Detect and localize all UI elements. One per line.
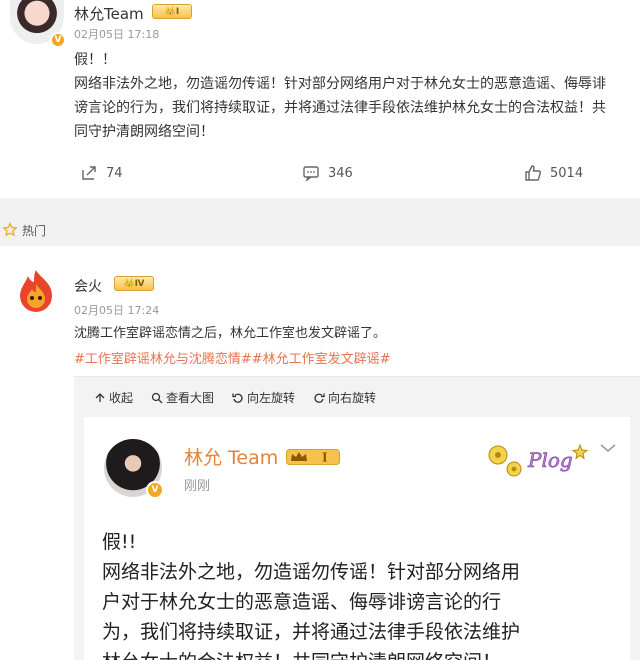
hot-section-label: 热门 (0, 216, 46, 244)
comment-button[interactable]: 346 (302, 164, 353, 182)
weibo-post-huihuo: 会火 👑 Ⅳ 02月05日 17:24 沈腾工作室辟谣恋情之后，林允工作室也发文辟… (0, 246, 640, 660)
author-name[interactable]: 林允Team (74, 3, 144, 24)
verified-badge-icon: V (50, 32, 66, 48)
svg-text:Plog: Plog (527, 448, 573, 472)
post-line: 网络非法外之地，勿造谣勿传谣！针对部分网络用户对于林允女士的恶意造谣、侮辱诽 (74, 76, 606, 92)
view-large-button[interactable]: 查看大图 (151, 389, 214, 406)
comment-icon (303, 166, 319, 182)
rotate-right-button[interactable]: 向右旋转 (313, 389, 376, 406)
rotate-right-icon (314, 393, 325, 403)
post-text: 假!! 网络非法外之地，勿造谣勿传谣！针对部分网络用 户对于林允女士的恶意造谣、… (102, 527, 612, 660)
hashtags-link[interactable]: #工作室辟谣林允与沈腾恋情##林允工作室发文辟谣# (74, 348, 391, 367)
like-button[interactable]: 5014 (524, 164, 583, 182)
arrow-up-icon (95, 392, 105, 402)
thumbs-up-icon (525, 165, 541, 181)
vip-level: Ⅰ (175, 6, 180, 17)
embedded-screenshot[interactable]: V 林允 Team Ⅰ 刚刚 Plog 假!! 网络非法外之地，勿造谣勿传谣！针… (84, 417, 630, 660)
post-line: 网络非法外之地，勿造谣勿传谣！针对部分网络用 (102, 561, 521, 583)
share-button[interactable]: 74 (80, 164, 123, 182)
post-text: 沈腾工作室辟谣恋情之后，林允工作室也发文辟谣了。 (74, 326, 387, 341)
rotate-left-button[interactable]: 向左旋转 (232, 389, 295, 406)
share-count: 74 (106, 165, 123, 181)
fire-avatar-icon[interactable] (16, 268, 56, 314)
post-line: 同守护清朗网络空间！ (74, 124, 214, 140)
post-time[interactable]: 02月05日 17:24 (74, 302, 159, 318)
post-line: 假!! (102, 531, 137, 553)
verified-badge-icon: V (146, 481, 164, 499)
comment-count: 346 (328, 165, 353, 181)
rotate-right-label: 向右旋转 (328, 391, 377, 405)
image-viewer: 收起 查看大图 向左旋转 向右旋转 V 林允 Team Ⅰ 刚刚 Plog 假!… (74, 376, 640, 660)
post-time: 刚刚 (184, 479, 211, 494)
collapse-label: 收起 (109, 391, 134, 405)
vip-badge-icon: Ⅰ (286, 449, 340, 465)
plog-sticker-icon: Plog (488, 443, 589, 477)
svg-text:Ⅰ: Ⅰ (322, 451, 328, 465)
post-time[interactable]: 02月05日 17:18 (74, 26, 159, 42)
vip-badge-icon: 👑 Ⅳ (114, 276, 154, 291)
chevron-down-icon[interactable] (600, 443, 616, 453)
image-toolbar: 收起 查看大图 向左旋转 向右旋转 (94, 389, 376, 406)
vip-level: Ⅳ (134, 278, 145, 289)
collapse-button[interactable]: 收起 (94, 389, 133, 406)
share-icon (82, 166, 96, 180)
post-line: 林允女士的合法权益！共同守护清朗网络空间！ (102, 647, 612, 660)
rotate-left-icon (232, 393, 243, 403)
post-line: 假！！ (74, 52, 116, 68)
post-line: 谤言论的行为，我们将持续取证，并将通过法律手段依法维护林允女士的合法权益！共 (74, 100, 606, 116)
post-line: 户对于林允女士的恶意造谣、侮辱诽谤言论的行 (102, 591, 502, 613)
weibo-post-linyun-team: V 林允Team 👑 Ⅰ 02月05日 17:18 假！！ 网络非法外之地，勿造谣… (0, 0, 640, 198)
action-bar: 74 346 5014 (0, 164, 640, 188)
vip-badge-icon: 👑 Ⅰ (152, 4, 192, 19)
hot-label: 热门 (22, 223, 47, 238)
view-large-label: 查看大图 (166, 391, 215, 405)
post-line: 为，我们将持续取证，并将通过法律手段依法维护 (102, 621, 521, 643)
star-icon (2, 222, 18, 237)
author-name: 林允 Team (184, 447, 279, 469)
like-count: 5014 (550, 165, 584, 181)
rotate-left-label: 向左旋转 (247, 391, 296, 405)
author-name[interactable]: 会火 (74, 276, 102, 296)
post-text: 假！！ 网络非法外之地，勿造谣勿传谣！针对部分网络用户对于林允女士的恶意造谣、侮… (74, 48, 634, 144)
magnifier-icon (151, 392, 163, 403)
